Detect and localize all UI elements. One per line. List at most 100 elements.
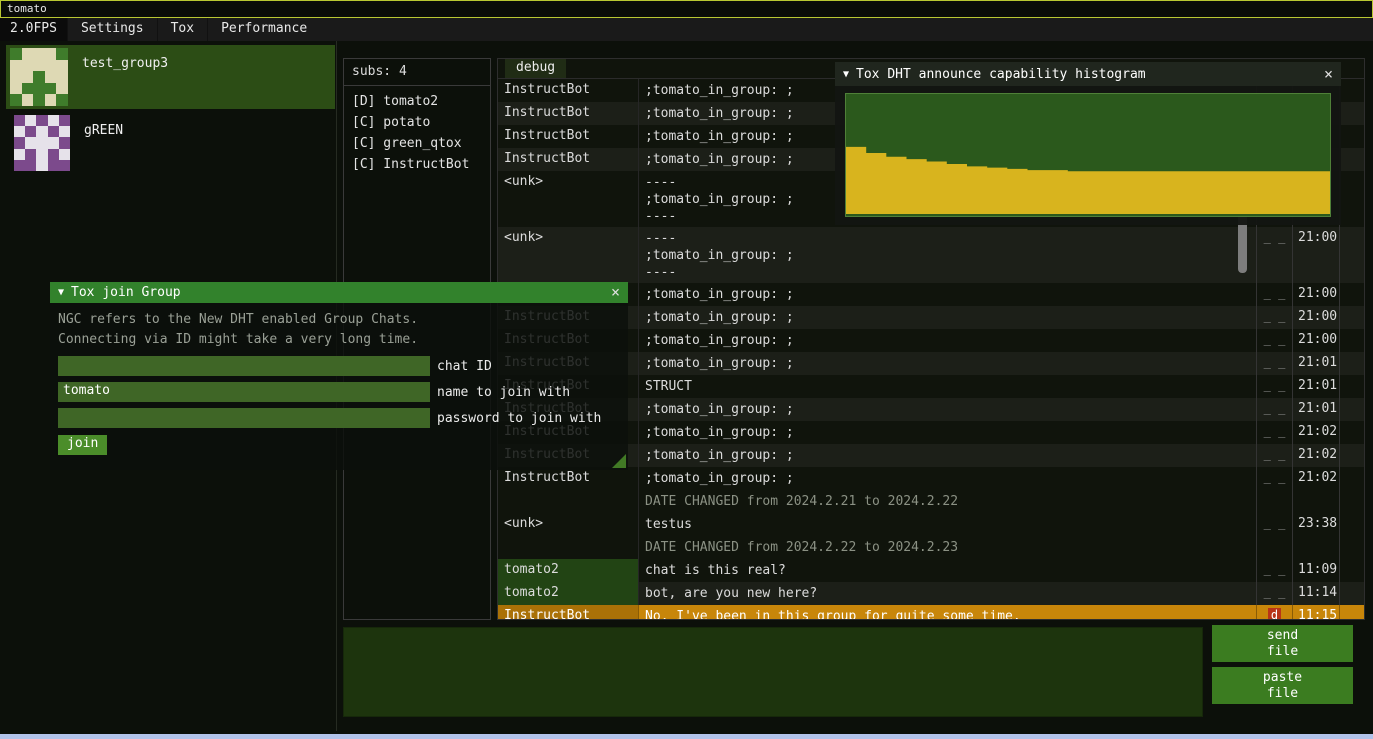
field-label: chat ID <box>437 359 492 374</box>
password-to-join-with-input[interactable] <box>58 408 430 428</box>
join-field-row: chat ID <box>58 356 620 376</box>
message-text: ;tomato_in_group: ; <box>638 352 1256 375</box>
timestamp: 21:01 <box>1292 375 1340 398</box>
group-item-test_group3[interactable]: test_group3 <box>6 45 335 109</box>
message-text: No, I've been in this group for quite so… <box>638 605 1256 620</box>
chat-message-row[interactable]: tomato2bot, are you new here?_ _11:14 <box>498 582 1364 605</box>
group-item-green[interactable]: gREEN <box>6 112 335 176</box>
delivered-flag: d <box>1268 608 1281 620</box>
sender-name <box>498 536 638 559</box>
timestamp <box>1292 536 1340 559</box>
group-label: gREEN <box>84 115 123 138</box>
menu-item-tox[interactable]: Tox <box>157 18 207 41</box>
chat-ID-input[interactable] <box>58 356 430 376</box>
delivery-flags: d <box>1256 605 1292 620</box>
message-text: ----;tomato_in_group: ;---- <box>638 227 1256 283</box>
field-label: password to join with <box>437 411 601 426</box>
timestamp: 11:09 <box>1292 559 1340 582</box>
chat-message-row[interactable]: InstructBotNo, I've been in this group f… <box>498 605 1364 620</box>
dht-histogram-titlebar[interactable]: ▼ Tox DHT announce capability histogram … <box>835 62 1341 86</box>
sender-name: InstructBot <box>498 79 638 102</box>
member-item[interactable]: [C] potato <box>344 112 490 133</box>
sender-name <box>498 490 638 513</box>
message-input[interactable] <box>343 627 1203 717</box>
paste-file-button[interactable]: paste file <box>1212 667 1353 704</box>
chat-message-row[interactable]: <unk>----;tomato_in_group: ;----_ _21:00 <box>498 227 1364 283</box>
delivery-flags: _ _ <box>1256 329 1292 352</box>
delivery-flags: _ _ <box>1256 559 1292 582</box>
member-item[interactable]: [D] tomato2 <box>344 91 490 112</box>
sender-name: <unk> <box>498 513 638 536</box>
date-separator-row[interactable]: DATE CHANGED from 2024.2.21 to 2024.2.22 <box>498 490 1364 513</box>
menu-item-performance[interactable]: Performance <box>207 18 320 41</box>
timestamp: 11:15 <box>1292 605 1340 620</box>
join-button[interactable]: join <box>58 435 107 455</box>
menu-item-settings[interactable]: Settings <box>67 18 157 41</box>
os-titlebar[interactable]: tomato <box>0 0 1373 18</box>
close-icon[interactable]: × <box>611 282 620 303</box>
help-line: NGC refers to the New DHT enabled Group … <box>58 310 620 330</box>
sender-name: InstructBot <box>498 148 638 171</box>
collapse-arrow-icon[interactable]: ▼ <box>58 287 64 298</box>
sender-name: <unk> <box>498 171 638 227</box>
group-avatar <box>10 48 68 106</box>
group-avatar <box>14 115 70 171</box>
name-to-join-with-input[interactable]: tomato <box>58 382 430 402</box>
member-list: [D] tomato2[C] potato[C] green_qtox[C] I… <box>344 86 490 175</box>
dht-histogram-window: ▼ Tox DHT announce capability histogram … <box>835 62 1341 225</box>
sender-name: InstructBot <box>498 467 638 490</box>
send-file-button[interactable]: send file <box>1212 625 1353 662</box>
collapse-arrow-icon[interactable]: ▼ <box>843 69 849 80</box>
timestamp: 21:00 <box>1292 283 1340 306</box>
app-window: tomato 2.0FPS SettingsToxPerformance tes… <box>0 0 1373 739</box>
group-label: test_group3 <box>82 48 168 71</box>
chat-message-row[interactable]: <unk>testus_ _23:38 <box>498 513 1364 536</box>
chat-message-row[interactable]: InstructBot;tomato_in_group: ;_ _21:02 <box>498 467 1364 490</box>
resize-grip[interactable] <box>612 454 626 468</box>
help-line: Connecting via ID might take a very long… <box>58 330 620 350</box>
member-item[interactable]: [C] green_qtox <box>344 133 490 154</box>
message-text: DATE CHANGED from 2024.2.22 to 2024.2.23 <box>638 536 1256 559</box>
delivery-flags: _ _ <box>1256 444 1292 467</box>
timestamp: 21:01 <box>1292 398 1340 421</box>
timestamp <box>1292 490 1340 513</box>
join-field-row: tomato name to join with <box>58 382 620 402</box>
delivery-flags: _ _ <box>1256 513 1292 536</box>
join-group-titlebar[interactable]: ▼ Tox join Group × <box>50 282 628 303</box>
sender-name: <unk> <box>498 227 638 283</box>
join-group-title: Tox join Group <box>71 285 181 300</box>
join-field-row: password to join with <box>58 408 620 428</box>
message-text: ;tomato_in_group: ; <box>638 329 1256 352</box>
member-item[interactable]: [C] InstructBot <box>344 154 490 175</box>
timestamp: 21:01 <box>1292 352 1340 375</box>
dht-histogram-plot <box>845 93 1331 217</box>
delivery-flags: _ _ <box>1256 306 1292 329</box>
delivery-flags: _ _ <box>1256 375 1292 398</box>
sender-name: InstructBot <box>498 102 638 125</box>
timestamp: 23:38 <box>1292 513 1340 536</box>
message-text: DATE CHANGED from 2024.2.21 to 2024.2.22 <box>638 490 1256 513</box>
sender-name: tomato2 <box>498 582 638 605</box>
tab-debug[interactable]: debug <box>505 59 566 78</box>
sender-name: tomato2 <box>498 559 638 582</box>
timestamp: 11:14 <box>1292 582 1340 605</box>
delivery-flags: _ _ <box>1256 398 1292 421</box>
sender-name: InstructBot <box>498 125 638 148</box>
message-text: STRUCT <box>638 375 1256 398</box>
chat-message-row[interactable]: tomato2chat is this real?_ _11:09 <box>498 559 1364 582</box>
date-separator-row[interactable]: DATE CHANGED from 2024.2.22 to 2024.2.23 <box>498 536 1364 559</box>
dht-histogram-body <box>835 86 1341 225</box>
menu-items: SettingsToxPerformance <box>67 18 320 41</box>
join-group-window: ▼ Tox join Group × NGC refers to the New… <box>50 282 628 470</box>
timestamp: 21:02 <box>1292 421 1340 444</box>
delivery-flags <box>1256 536 1292 559</box>
members-header: subs: 4 <box>344 59 490 86</box>
close-icon[interactable]: × <box>1324 62 1333 86</box>
message-text: ;tomato_in_group: ; <box>638 421 1256 444</box>
join-group-body: NGC refers to the New DHT enabled Group … <box>50 303 628 470</box>
message-text: chat is this real? <box>638 559 1256 582</box>
dht-histogram-title: Tox DHT announce capability histogram <box>856 67 1146 82</box>
field-label: name to join with <box>437 385 570 400</box>
message-text: ;tomato_in_group: ; <box>638 444 1256 467</box>
delivery-flags <box>1256 490 1292 513</box>
